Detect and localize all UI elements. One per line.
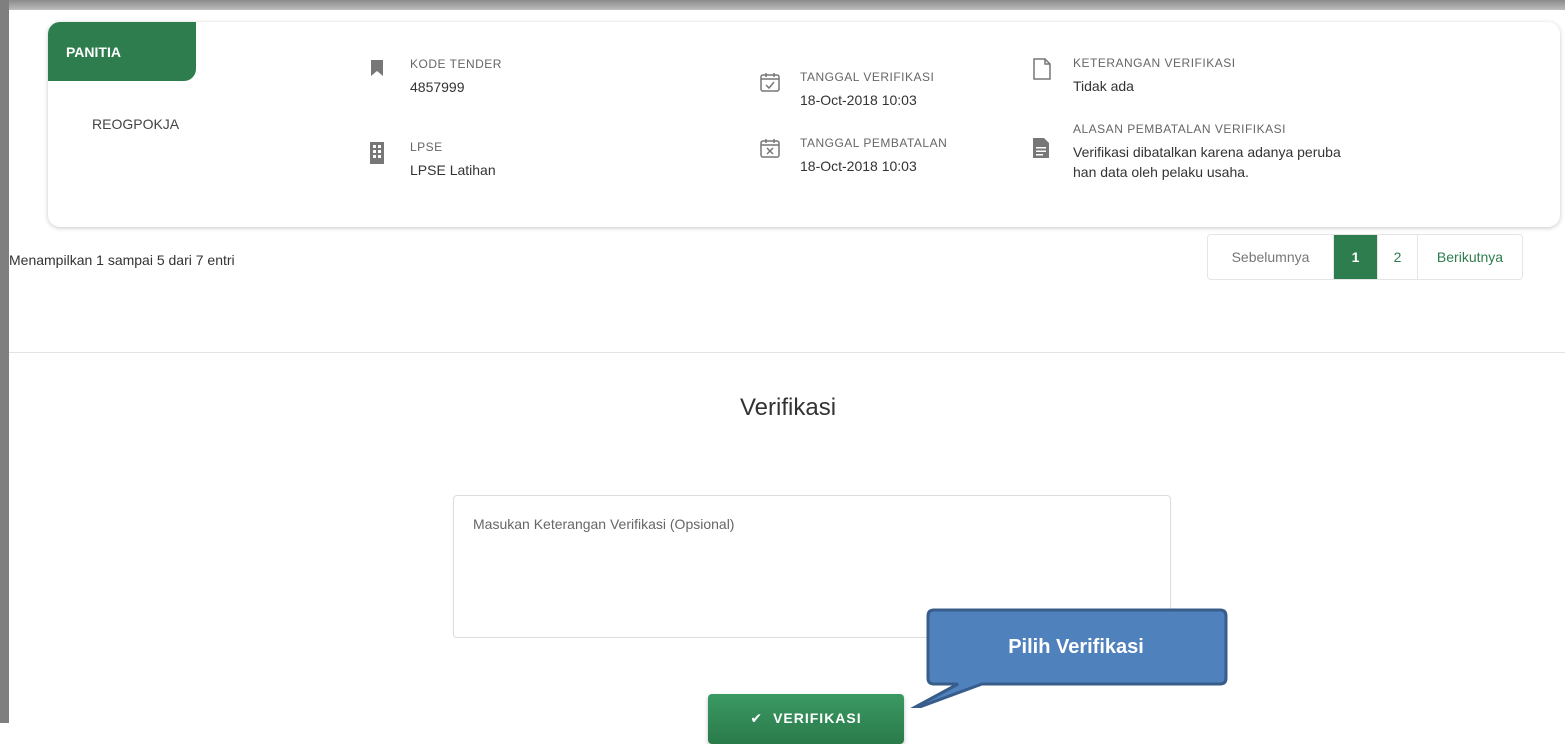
pagination-page-1[interactable]: 1	[1334, 235, 1378, 279]
pagination-next-button[interactable]: Berikutnya	[1418, 235, 1522, 279]
bookmark-icon	[370, 59, 384, 82]
callout-annotation: Pilih Verifikasi	[910, 608, 1228, 708]
verify-button-label: VERIFIKASI	[773, 710, 862, 726]
alasan-value-line-2: han data oleh pelaku usaha.	[1073, 164, 1249, 180]
table-info: Menampilkan 1 sampai 5 dari 7 entri	[9, 252, 235, 268]
alasan-label: ALASAN PEMBATALAN VERIFIKASI	[1073, 122, 1286, 136]
verify-button[interactable]: ✔ VERIFIKASI	[708, 694, 904, 744]
calendar-x-icon	[760, 138, 780, 163]
lpse-label: LPSE	[410, 140, 443, 154]
keterangan-value: Tidak ada	[1073, 78, 1134, 94]
section-divider	[9, 352, 1565, 353]
building-icon	[370, 142, 384, 169]
verification-title: Verifikasi	[740, 394, 837, 421]
panitia-tab: PANITIA	[48, 22, 196, 81]
tanggal-verifikasi-value: 18-Oct-2018 10:03	[800, 92, 917, 108]
calendar-check-icon	[760, 72, 780, 97]
keterangan-label: KETERANGAN VERIFIKASI	[1073, 56, 1236, 70]
kode-tender-value: 4857999	[410, 79, 465, 95]
document-outline-icon	[1033, 58, 1051, 85]
check-icon: ✔	[750, 710, 764, 726]
document-filled-icon	[1033, 138, 1049, 163]
tanggal-verifikasi-label: TANGGAL VERIFIKASI	[800, 70, 935, 84]
callout-text: Pilih Verifikasi	[1008, 636, 1144, 658]
tender-info-card: PANITIA REOGPOKJA KODE TENDER 4857999 LP…	[48, 22, 1560, 227]
pagination: Sebelumnya 1 2 Berikutnya	[1207, 234, 1523, 280]
pagination-page-2[interactable]: 2	[1378, 235, 1418, 279]
kode-tender-label: KODE TENDER	[410, 57, 502, 71]
panitia-name: REOGPOKJA	[92, 116, 180, 132]
alasan-value-line-1: Verifikasi dibatalkan karena adanya peru…	[1073, 144, 1341, 160]
lpse-value: LPSE Latihan	[410, 162, 496, 178]
tanggal-pembatalan-value: 18-Oct-2018 10:03	[800, 158, 917, 174]
pagination-prev-button[interactable]: Sebelumnya	[1208, 235, 1334, 279]
window-frame-top	[0, 0, 1565, 10]
tanggal-pembatalan-label: TANGGAL PEMBATALAN	[800, 136, 948, 150]
window-frame-left	[0, 0, 9, 723]
